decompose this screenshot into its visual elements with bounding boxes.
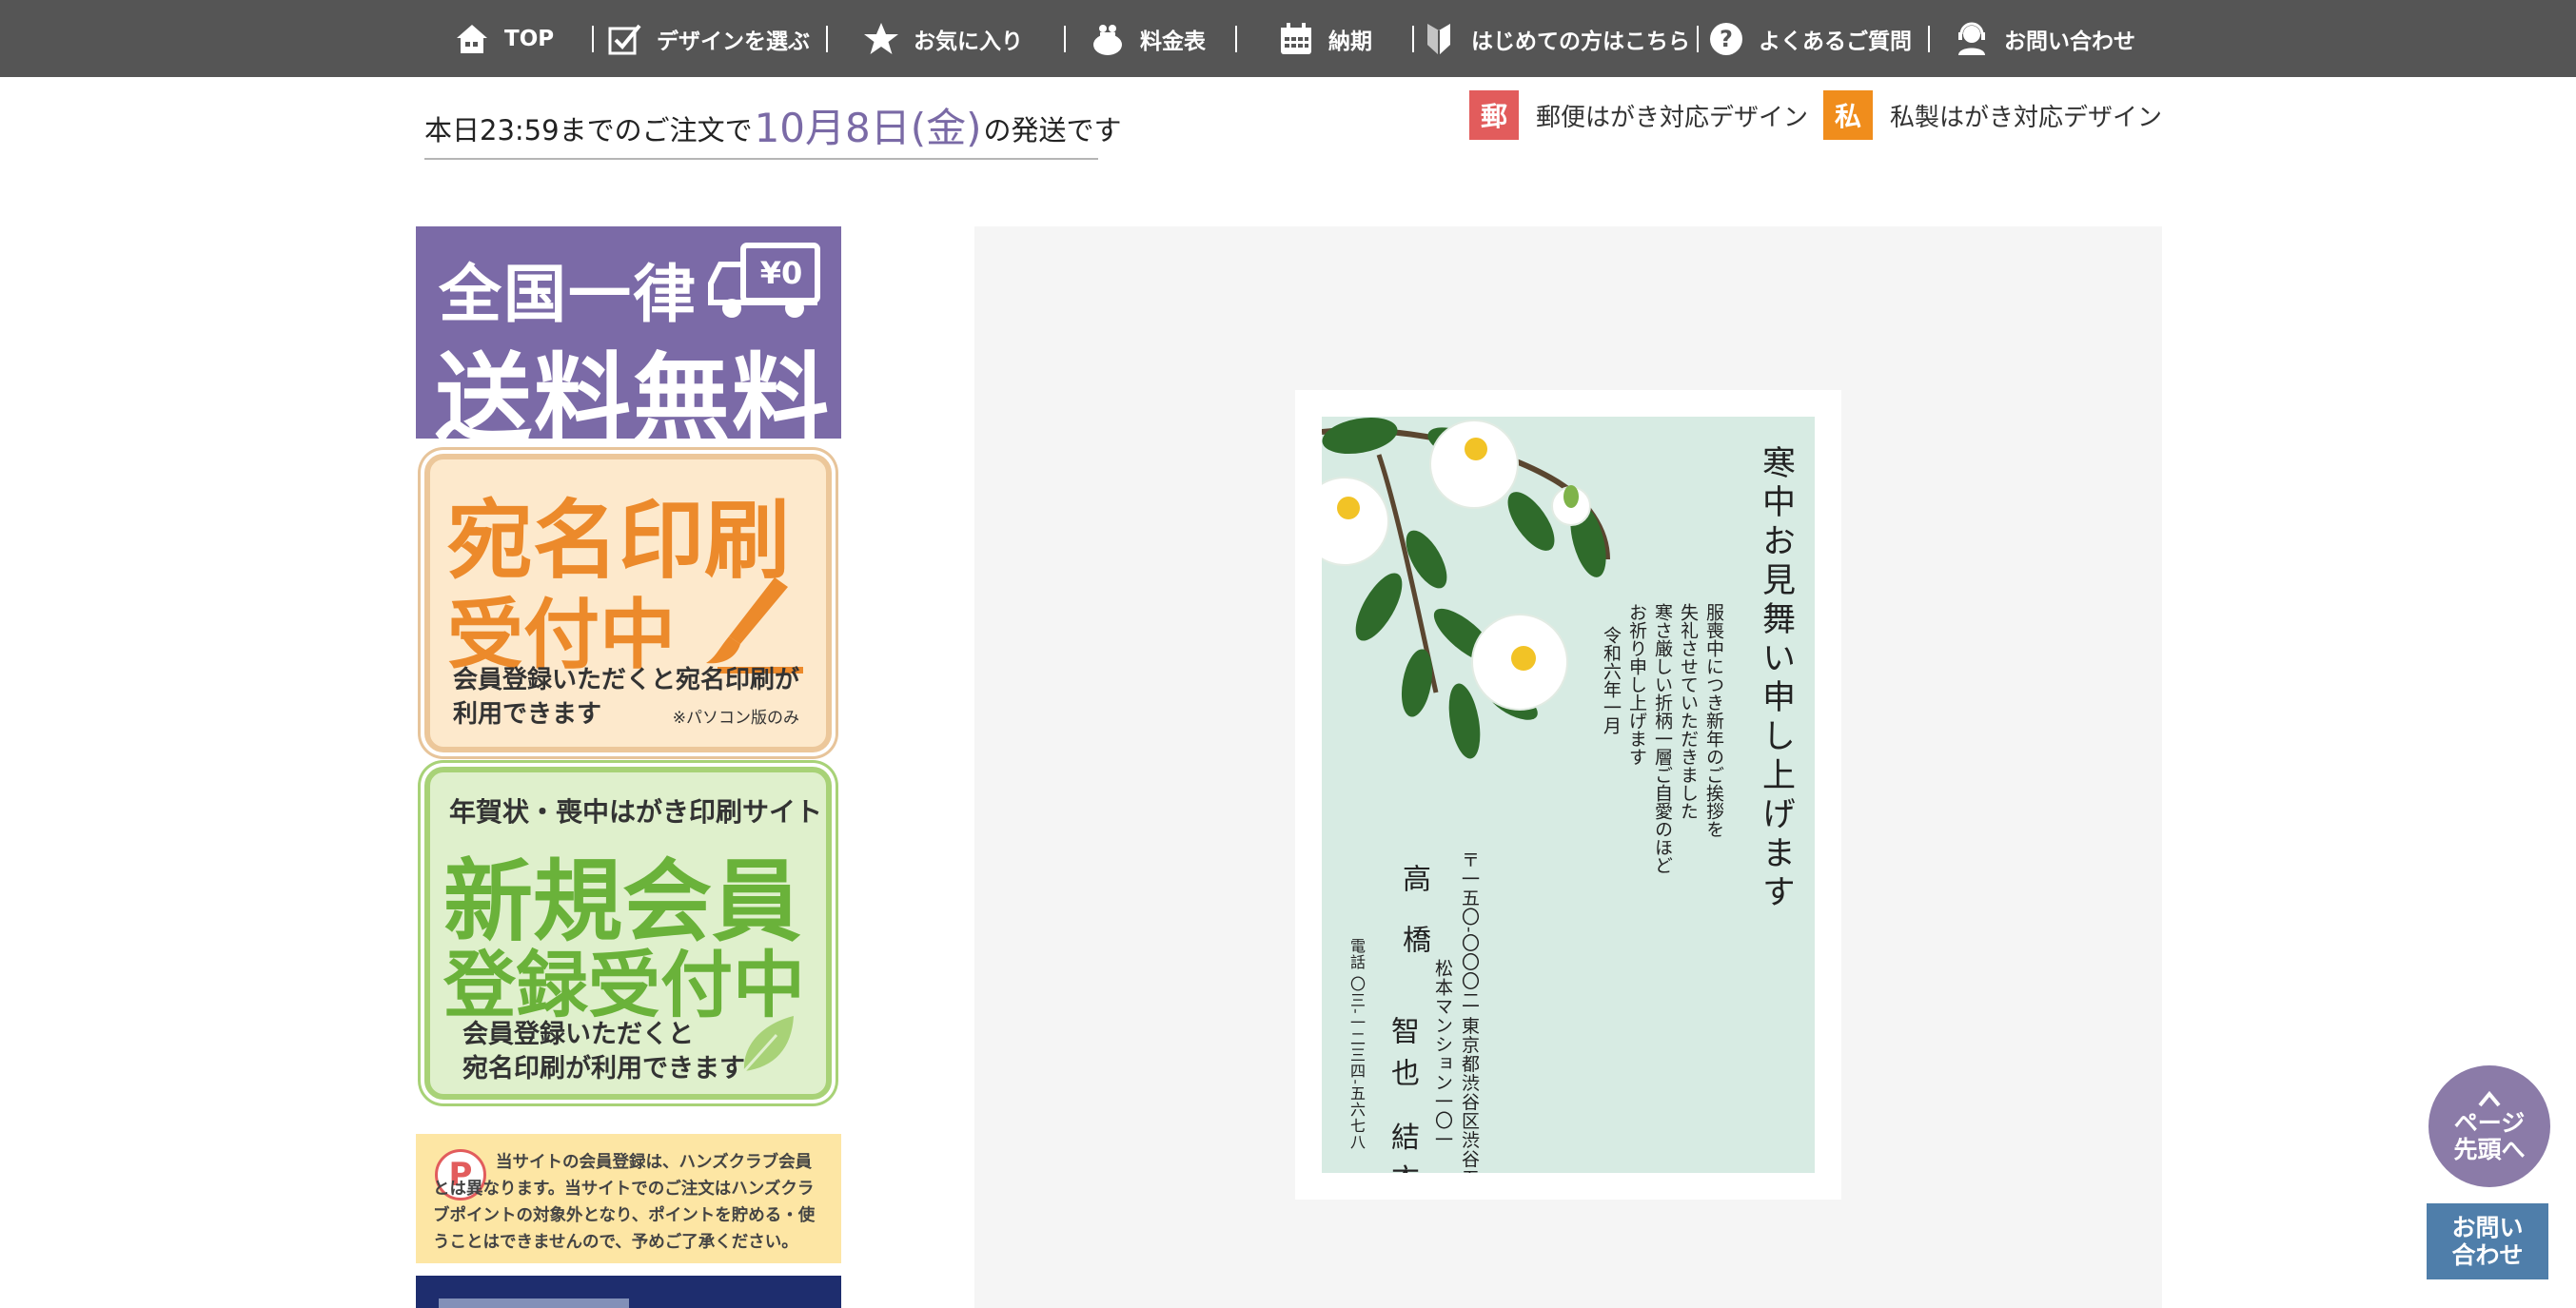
floating-contact-line2: 合わせ [2451,1241,2524,1269]
shipping-suffix: の発送です [983,114,1122,146]
nav-beginners[interactable]: はじめての方はこちら [1418,0,1690,77]
shipping-info: 本日23:59までのご注文で 10月8日(金) の発送です [424,103,1122,160]
card-body: 服喪中につき新年のご挨拶を 失礼させていただきました 寒さ厳しい折柄一層ご自愛の… [1598,603,1726,917]
private-label: 私製はがき対応デザイン [1890,103,2163,132]
new-member-banner[interactable]: 年賀状・喪中はがき印刷サイト 新規会員 登録受付中 会員登録いただくと 宛名印刷… [424,767,832,1100]
nav-separator [1235,26,1237,52]
star-icon [860,18,902,60]
nav-contact-label: お問い合わせ [2004,29,2135,54]
free-shipping-price: ¥0 [760,255,803,291]
top-navigation: TOP デザインを選ぶ お気に入り 料金表 納期 はじめての方はこちら ? よく… [0,0,2576,77]
back-to-top-line2: 先頭へ [2453,1136,2526,1163]
floating-contact-button[interactable]: お問い 合わせ [2427,1203,2548,1279]
free-shipping-line2: 送料無料 [435,343,831,457]
points-notice-banner: P 当サイトの会員登録は、ハンズクラブ会員とは異なります。当サイトでのご注文はハ… [416,1134,841,1263]
navy-banner[interactable] [416,1276,841,1308]
truck-icon: ¥0 [708,243,820,318]
card-body-line: 服喪中につき新年のご挨拶を [1703,603,1724,838]
legend-private-design: 私 私製はがき対応デザイン [1823,90,2162,140]
nav-favorites-label: お気に入り [914,29,1023,54]
nav-separator [1064,26,1066,52]
nav-price-list-label: 料金表 [1140,29,1206,54]
nav-top[interactable]: TOP [451,0,554,77]
address-print-banner[interactable]: 宛名印刷 受付中 会員登録いただくと宛名印刷が 利用できます ※パソコン版のみ [424,454,832,752]
nav-separator [1928,26,1930,52]
nav-beginners-label: はじめての方はこちら [1471,29,1690,54]
chevron-up-icon [2478,1090,2501,1107]
post-badge: 郵 [1469,90,1519,140]
checkbox-icon [603,18,645,60]
nav-choose-design-label: デザインを選ぶ [657,29,810,54]
beginner-mark-icon [1418,18,1460,60]
nav-top-label: TOP [504,26,555,51]
nav-separator [592,26,594,52]
floating-contact-line1: お問い [2451,1214,2524,1241]
nav-separator [826,26,828,52]
card-address-line2: 松本マンション一〇一 [1432,959,1453,1149]
card-telephone: 電話 〇三-一二三四-五六七八 [1347,938,1366,1150]
nav-favorites[interactable]: お気に入り [860,0,1023,77]
back-to-top-line1: ページ [2453,1109,2526,1137]
coin-purse-icon [1087,18,1129,60]
card-greeting: 寒中お見舞い申し上げます [1757,445,1795,913]
shipping-date: 10月8日(金) [754,105,982,151]
home-icon [451,18,493,60]
camellia-illustration [1322,417,1610,759]
navy-banner-strip [439,1298,629,1308]
address-print-desc1: 会員登録いただくと宛名印刷が [453,666,800,694]
nav-faq-label: よくあるご質問 [1759,29,1912,54]
back-to-top-button[interactable]: ページ 先頭へ [2429,1065,2550,1187]
card-body-line: 失礼させていただきました [1678,603,1699,820]
card-family-name: 高橋 [1397,864,1430,986]
svg-text:?: ? [1720,26,1733,52]
nav-delivery[interactable]: 納期 [1275,0,1372,77]
nav-separator [1412,26,1414,52]
nav-contact[interactable]: お問い合わせ [1951,0,2135,77]
new-member-desc2: 宛名印刷が利用できます [462,1054,745,1083]
calendar-icon [1275,18,1317,60]
postcard-preview: 寒中お見舞い申し上げます 服喪中につき新年のご挨拶を 失礼させていただきました … [1322,417,1815,1173]
nav-faq[interactable]: ? よくあるご質問 [1705,0,1912,77]
card-body-line: お祈り申し上げます [1626,603,1647,766]
legend-post-design: 郵 郵便はがき対応デザイン [1469,90,1808,140]
card-body-line: 寒さ厳しい折柄一層ご自愛のほど [1652,603,1673,874]
question-icon: ? [1705,18,1747,60]
address-print-note: ※パソコン版のみ [672,709,799,728]
new-member-desc1: 会員登録いただくと [462,1020,694,1049]
nav-price-list[interactable]: 料金表 [1087,0,1206,77]
card-given-names: 智也 結衣 [1386,1016,1419,1173]
support-operator-icon [1951,18,1993,60]
card-body-line: 令和六年一月 [1601,626,1622,734]
nav-delivery-label: 納期 [1328,29,1372,54]
new-member-desc: 会員登録いただくと 宛名印刷が利用できます [462,1018,745,1086]
shipping-prefix: 本日23:59までのご注文で [424,114,753,146]
post-label: 郵便はがき対応デザイン [1536,103,1809,132]
leaf-icon [742,1016,794,1073]
card-address-line1: 〒一五〇-〇〇〇二 東京都渋谷区渋谷五-二五-二〇三 [1459,850,1480,1173]
private-badge: 私 [1823,90,1873,140]
nav-choose-design[interactable]: デザインを選ぶ [603,0,810,77]
nav-separator [1697,26,1699,52]
free-shipping-banner[interactable]: 全国一律 送料無料 ¥0 [416,226,841,457]
new-member-top: 年賀状・喪中はがき印刷サイト [449,796,823,828]
points-notice-text: 当サイトの会員登録は、ハンズクラブ会員とは異なります。当サイトでのご注文はハンズ… [433,1153,816,1252]
